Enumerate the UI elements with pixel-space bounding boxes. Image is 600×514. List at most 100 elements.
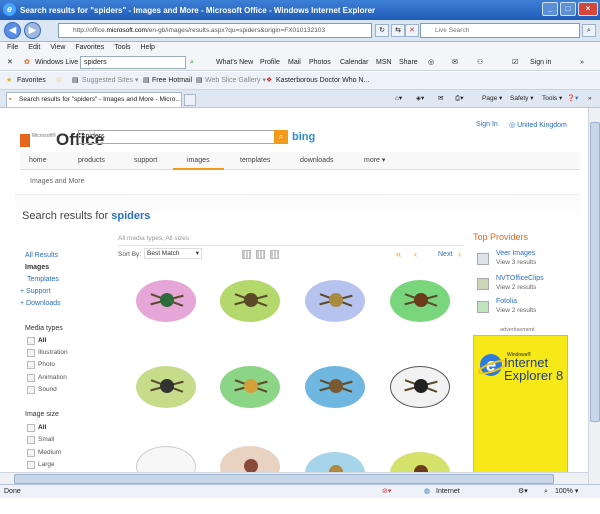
toolbar-options-icon[interactable]: » (580, 54, 584, 71)
next-page-icon[interactable]: › (458, 249, 461, 259)
site-sign-in-link[interactable]: Sign In (476, 121, 498, 128)
media-all-checkbox[interactable] (27, 337, 35, 345)
nav-more[interactable]: more ▾ (364, 152, 385, 170)
nav-templates[interactable]: templates (240, 152, 270, 170)
add-favorite-icon[interactable]: ☆ (56, 72, 62, 90)
menu-view[interactable]: View (50, 42, 65, 54)
sign-in-link[interactable]: Sign in (530, 54, 551, 71)
security-zone-label[interactable]: Internet (436, 485, 460, 498)
forward-button[interactable]: ▶ (24, 22, 41, 39)
media-sound-checkbox[interactable] (27, 386, 35, 394)
web-slice-gallery-link[interactable]: Web Slice Gallery ▾ (205, 72, 266, 90)
ie8-advertisement[interactable]: e Windows® Internet Explorer 8 (473, 335, 568, 483)
whats-new-link[interactable]: What's New (216, 54, 253, 71)
back-button[interactable]: ◀ (4, 22, 21, 39)
zoom-level[interactable]: 100% ▾ (555, 485, 578, 498)
menu-favorites[interactable]: Favorites (75, 42, 104, 54)
share-link[interactable]: Share (399, 54, 418, 71)
windows-live-search-input[interactable]: spiders (80, 56, 186, 69)
minimize-button[interactable]: _ (542, 2, 558, 16)
result-thumbnail[interactable] (136, 446, 196, 472)
more-commands-icon[interactable]: » (588, 90, 592, 108)
photos-link[interactable]: Photos (309, 54, 331, 71)
contacts-icon[interactable]: ⚇ (477, 54, 483, 71)
result-thumbnail[interactable] (136, 280, 196, 322)
provider-nvtofficeclips-link[interactable]: NVTOfficeClips (496, 275, 544, 282)
view-medium-icon[interactable] (256, 250, 265, 259)
breadcrumb[interactable]: Images and More (30, 178, 84, 185)
left-support[interactable]: + Support (20, 288, 51, 295)
result-thumbnail[interactable] (390, 366, 450, 408)
suggested-sites-link[interactable]: Suggested Sites ▾ (82, 72, 138, 90)
nav-downloads[interactable]: downloads (300, 152, 333, 170)
search-go-icon[interactable]: ⌕ (190, 54, 194, 71)
security-status-icon[interactable]: ⊘▾ (382, 485, 391, 498)
windows-live-label[interactable]: Windows Live (35, 54, 78, 71)
next-page-link[interactable]: Next (438, 251, 452, 258)
sort-select[interactable]: Best Match ▾ (144, 248, 202, 259)
page-menu[interactable]: Page ▾ (482, 90, 502, 108)
read-mail-icon[interactable]: ✉ (438, 90, 443, 108)
result-thumbnail[interactable] (305, 280, 365, 322)
provider-veer-images-link[interactable]: Veer Images (496, 250, 535, 257)
region-link[interactable]: ◎ United Kingdom (509, 121, 567, 129)
provider-fotolia-count[interactable]: View 2 results (496, 307, 536, 314)
url-input[interactable]: http://office.microsoft.com/en-gb/images… (58, 23, 372, 38)
refresh-arrows-icon[interactable]: ⇆ (391, 24, 405, 37)
close-window-button[interactable]: × (578, 2, 598, 16)
nav-support[interactable]: support (134, 152, 157, 170)
left-images[interactable]: Images (25, 264, 49, 271)
free-hotmail-link[interactable]: Free Hotmail (152, 72, 192, 90)
size-all-checkbox[interactable] (27, 424, 35, 432)
calendar-link[interactable]: Calendar (340, 54, 368, 71)
site-search-button[interactable]: ⌕ (274, 130, 288, 144)
size-small-checkbox[interactable] (27, 436, 35, 444)
left-all-results[interactable]: All Results (25, 252, 58, 259)
result-thumbnail[interactable] (136, 366, 196, 408)
site-search-input[interactable]: spiders (78, 130, 288, 144)
tab-search-results[interactable]: ▪ Search results for "spiders" - Images … (6, 92, 182, 107)
safety-menu[interactable]: Safety ▾ (510, 90, 534, 108)
kasterborous-link[interactable]: Kasterborous Doctor Who N... (276, 72, 369, 90)
maximize-button[interactable]: □ (560, 2, 576, 16)
result-thumbnail[interactable] (220, 366, 280, 408)
menu-edit[interactable]: Edit (28, 42, 40, 54)
result-thumbnail[interactable] (390, 452, 450, 472)
left-downloads[interactable]: + Downloads (20, 300, 61, 307)
live-search-input[interactable]: Live Search (420, 23, 580, 38)
mail-icon[interactable]: ✉ (452, 54, 458, 71)
tools-menu[interactable]: Tools ▾ (542, 90, 562, 108)
favorites-button[interactable]: Favorites (17, 72, 46, 90)
media-illustration-checkbox[interactable] (27, 349, 35, 357)
ie-icon[interactable]: ◎ (428, 54, 434, 71)
search-icon[interactable]: ⌕ (582, 24, 596, 37)
provider-nvtofficeclips-count[interactable]: View 2 results (496, 284, 536, 291)
menu-help[interactable]: Help (141, 42, 155, 54)
nav-images[interactable]: images (173, 152, 224, 170)
result-thumbnail[interactable] (220, 446, 280, 472)
mail-link[interactable]: Mail (288, 54, 301, 71)
nav-products[interactable]: products (78, 152, 105, 170)
profile-link[interactable]: Profile (260, 54, 280, 71)
size-large-checkbox[interactable] (27, 461, 35, 469)
protected-mode-icon[interactable]: ⚙▾ (518, 485, 528, 498)
vertical-scrollbar[interactable] (588, 108, 600, 484)
media-animation-checkbox[interactable] (27, 374, 35, 382)
provider-fotolia-link[interactable]: Fotolia (496, 298, 517, 305)
view-small-icon[interactable] (270, 250, 279, 259)
menu-file[interactable]: File (7, 42, 18, 54)
result-thumbnail[interactable] (390, 280, 450, 322)
prev-page-icon[interactable]: ‹ (414, 249, 417, 259)
help-icon[interactable]: ❓▾ (567, 90, 578, 108)
feeds-icon[interactable]: ◈▾ (416, 90, 424, 108)
left-templates[interactable]: Templates (27, 276, 59, 283)
refresh-button[interactable]: ↻ (375, 24, 389, 37)
print-icon[interactable]: ⎙▾ (455, 90, 463, 108)
vertical-scroll-thumb[interactable] (590, 122, 600, 422)
stop-button[interactable]: ✕ (405, 24, 419, 37)
horizontal-scrollbar[interactable] (0, 472, 588, 484)
media-photo-checkbox[interactable] (27, 361, 35, 369)
result-thumbnail[interactable] (305, 452, 365, 472)
provider-veer-images-count[interactable]: View 3 results (496, 259, 536, 266)
view-large-icon[interactable] (242, 250, 251, 259)
